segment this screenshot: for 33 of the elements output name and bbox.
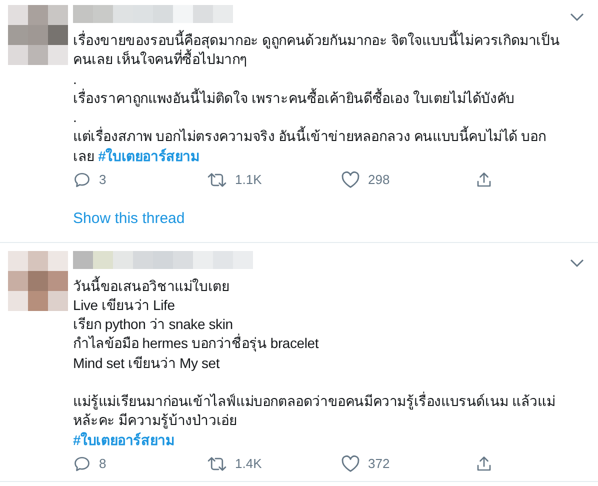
tweet-text-line: คนเลย เห็นใจคนที่ซื้อไปมากๆ <box>73 50 248 70</box>
retweet-count: 1.4K <box>235 455 262 474</box>
reply-count: 3 <box>99 171 106 190</box>
chevron-down-icon[interactable] <box>570 258 584 268</box>
retweet-count: 1.1K <box>235 171 262 190</box>
share-icon[interactable] <box>475 454 493 473</box>
tweet-text-line: เรื่องขายของรอบนี้คือสุดมากอะ ดูถูกคนด้วยกันมากอะ จิตใจแบบนี้ไม่ควรเกิดมาเป็น <box>73 31 561 49</box>
tweet-text-line: แม่รู้แม่เรียนมาก่อนเข้าไลฟ์แม่บอกตลอดว่าขอคนมีความรู้เรื่องแบรนด์เนม แล้วแม่ <box>73 392 556 412</box>
tweet-text-line: เรียก python ว่า snake skin <box>73 315 234 334</box>
tweet-text-line: Live เขียนว่า Life <box>73 296 176 315</box>
heart-icon[interactable] <box>341 171 360 190</box>
tweet-text-line: เลย #ใบเตยอาร์สยาม <box>73 146 200 166</box>
retweet-icon[interactable] <box>207 454 227 473</box>
speech-bubble-icon[interactable] <box>73 454 91 473</box>
tweet-text-line: วันนี้ขอเสนอวิชาแม่ใบเตย <box>73 276 230 296</box>
tweet-text-line: เรื่องราคาถูกแพงอันนี้ไม่ติดใจ เพราะคนซื้อเค้ายินดีซื้อเอง ใบเตยไม่ได้บังคับ <box>73 88 516 108</box>
hashtag-link[interactable]: #ใบเตยอาร์สยาม <box>73 430 174 450</box>
show-thread-link[interactable]: Show this thread <box>73 208 185 231</box>
like-count: 372 <box>368 455 390 474</box>
hashtag-link[interactable]: #ใบเตยอาร์สยาม <box>98 148 200 164</box>
chevron-down-icon[interactable] <box>570 13 584 22</box>
heart-icon[interactable] <box>341 454 360 473</box>
reply-count: 8 <box>99 455 106 474</box>
tweet-text-line: กำไลข้อมือ hermes บอกว่าชื่อรุ่น bracelet <box>73 334 320 354</box>
tweet-text-line: . <box>73 108 78 126</box>
speech-bubble-icon[interactable] <box>73 171 91 190</box>
share-icon[interactable] <box>475 171 493 190</box>
tweet-text-line: . <box>73 70 78 88</box>
retweet-icon[interactable] <box>207 171 227 190</box>
tweet-text-line: หล้ะคะ มีความรู้บ้างป่าวเอ่ย <box>73 411 238 431</box>
tweet-text-line: แต่เรื่องสภาพ บอกไม่ตรงความจริง อันนี้เข้าข่ายหลอกลวง คนแบบนี้คบไม่ได้ บอก <box>73 127 547 146</box>
tweet-text-line: Mind set เขียนว่า My set <box>73 354 221 373</box>
like-count: 298 <box>368 171 390 190</box>
